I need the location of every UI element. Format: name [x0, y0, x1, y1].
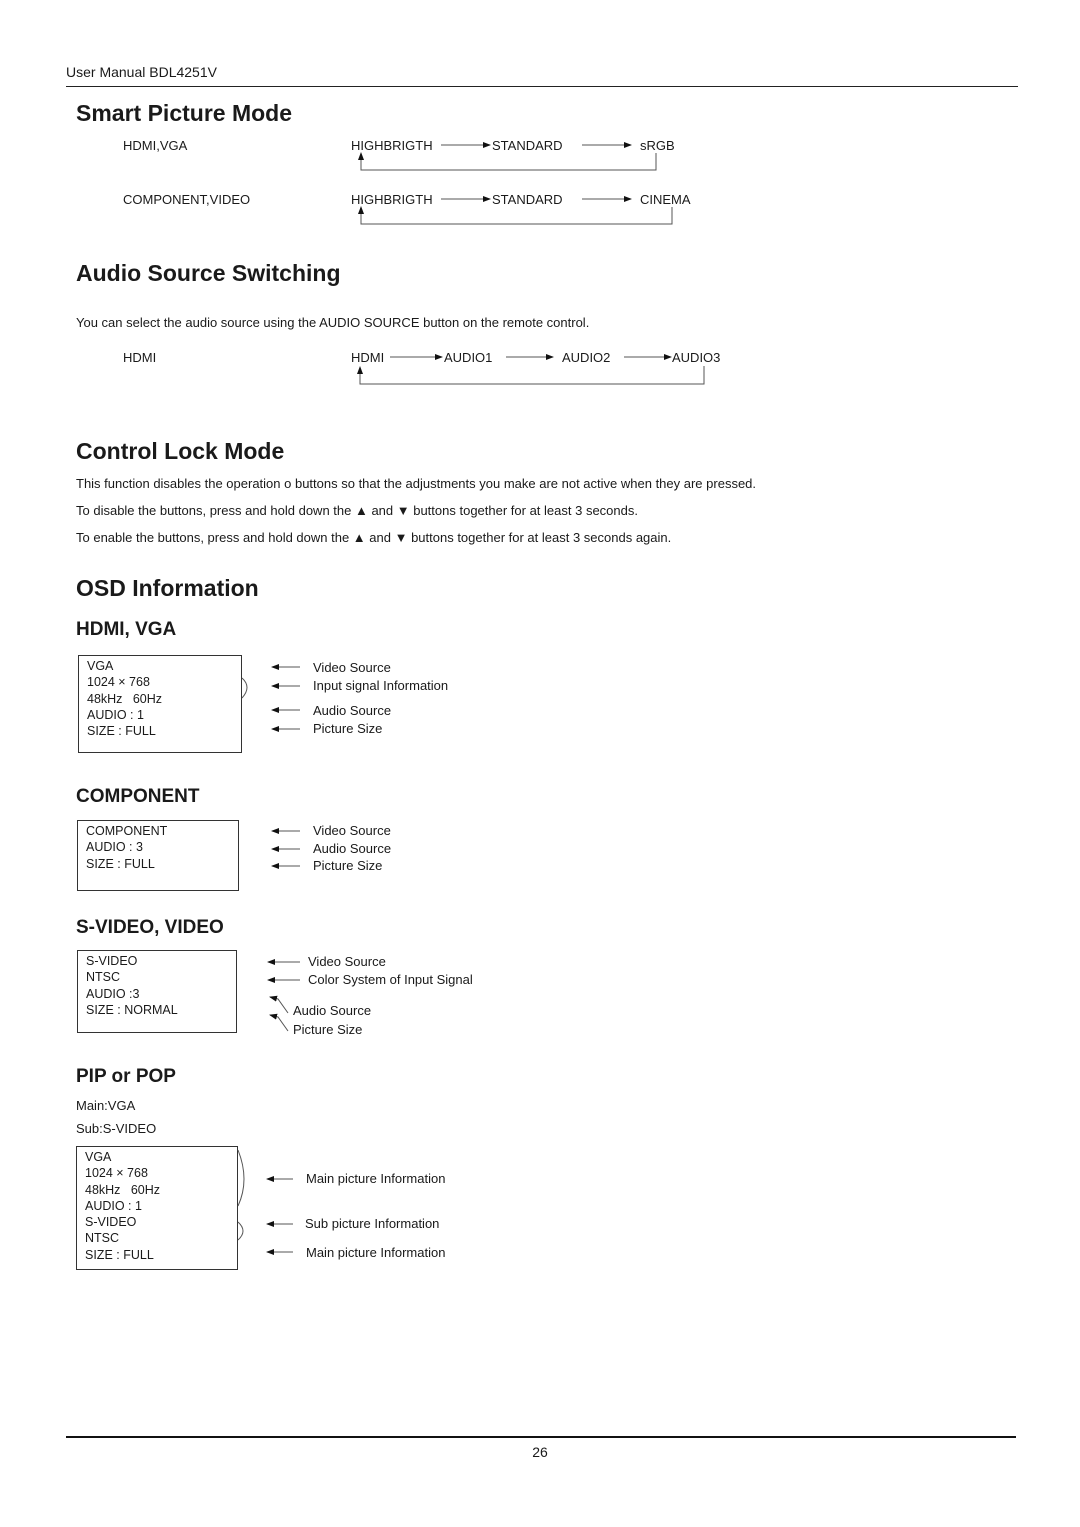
smart-picture-source-2: COMPONENT,VIDEO: [123, 192, 251, 207]
arrow-up-icon: [357, 366, 363, 374]
footer-rule: [66, 1436, 1016, 1438]
control-lock-paragraph-2: To disable the buttons, press and hold d…: [76, 503, 638, 518]
audio-step-1: HDMI: [351, 350, 385, 365]
loop-back-connector: [360, 153, 657, 171]
audio-source-description: You can select the audio source using th…: [76, 315, 590, 330]
brace-icon: [237, 1221, 244, 1241]
brace-icon: [241, 677, 248, 699]
smart-picture-step-1-1: HIGHBRIGTH: [351, 138, 433, 153]
osd-pip-label-main-info-1: Main picture Information: [306, 1171, 446, 1186]
osd-hdmi-vga-box: VGA 1024 × 768 48kHz 60Hz AUDIO : 1 SIZE…: [78, 655, 242, 753]
osd-pip-sub-source: Sub:S-VIDEO: [76, 1121, 157, 1136]
control-lock-paragraph-1: This function disables the operation o b…: [76, 476, 757, 491]
osd-pip-main-source: Main:VGA: [76, 1098, 136, 1113]
osd-svideo-label-picture-size: Picture Size: [293, 1022, 363, 1037]
osd-line: S-VIDEO: [86, 954, 138, 968]
arrow-up-icon: [358, 206, 364, 214]
osd-hdmi-vga-label-picture-size: Picture Size: [313, 721, 383, 736]
osd-component-label-video-source: Video Source: [313, 823, 391, 838]
osd-component-label-audio-source: Audio Source: [313, 841, 392, 856]
smart-picture-step-1-2: STANDARD: [492, 138, 563, 153]
osd-line: 1024 × 768: [85, 1166, 148, 1181]
osd-line: 1024 × 768: [87, 675, 150, 690]
osd-line: COMPONENT: [86, 824, 168, 838]
smart-picture-source-1: HDMI,VGA: [123, 138, 188, 153]
osd-heading: OSD Information: [76, 575, 259, 601]
osd-line: SIZE : NORMAL: [86, 1002, 178, 1017]
osd-svideo-label-color-system: Color System of Input Signal: [308, 972, 473, 987]
osd-svideo-label-video-source: Video Source: [308, 954, 386, 969]
osd-line: SIZE : FULL: [85, 1247, 154, 1262]
osd-line: VGA: [87, 659, 114, 673]
osd-line: AUDIO : 3: [86, 840, 143, 855]
diagonal-arrow-icon: [269, 1013, 289, 1032]
osd-component-box: COMPONENT AUDIO : 3 SIZE : FULL: [77, 820, 239, 891]
smart-picture-step-2-2: STANDARD: [492, 192, 563, 207]
control-lock-heading: Control Lock Mode: [76, 438, 285, 464]
osd-line: SIZE : FULL: [87, 724, 156, 739]
osd-line: S-VIDEO: [85, 1215, 137, 1230]
header-rule: [66, 86, 1018, 87]
document-header-title: User Manual BDL4251V: [66, 64, 217, 80]
osd-svideo-box: S-VIDEO NTSC AUDIO :3 SIZE : NORMAL: [77, 950, 237, 1033]
smart-picture-step-2-1: HIGHBRIGTH: [351, 192, 433, 207]
arrow-up-icon: [358, 152, 364, 160]
osd-line: 48kHz 60Hz: [85, 1182, 161, 1197]
osd-hdmi-vga-label-audio-source: Audio Source: [313, 703, 392, 718]
osd-pip-label-main-info-2: Main picture Information: [306, 1245, 446, 1260]
audio-step-4: AUDIO3: [672, 350, 721, 365]
page-number: 26: [532, 1444, 548, 1460]
osd-line: VGA: [85, 1150, 112, 1164]
smart-picture-heading: Smart Picture Mode: [76, 100, 292, 126]
osd-pip-label-sub-info: Sub picture Information: [305, 1216, 440, 1231]
osd-line: NTSC: [85, 1231, 120, 1246]
smart-picture-step-1-3: sRGB: [640, 138, 675, 153]
audio-step-3: AUDIO2: [562, 350, 611, 365]
osd-pip-heading: PIP or POP: [76, 1066, 176, 1087]
osd-line: AUDIO : 1: [87, 707, 144, 722]
audio-source-source: HDMI: [123, 350, 157, 365]
osd-hdmi-vga-heading: HDMI, VGA: [76, 619, 177, 640]
diagonal-arrow-icon: [269, 995, 289, 1014]
smart-picture-step-2-3: CINEMA: [640, 192, 691, 207]
osd-line: 48kHz 60Hz: [87, 691, 163, 706]
osd-svideo-label-audio-source: Audio Source: [293, 1003, 372, 1018]
loop-back-connector: [359, 366, 705, 385]
control-lock-paragraph-3: To enable the buttons, press and hold do…: [76, 530, 672, 545]
loop-back-connector: [360, 207, 673, 225]
osd-component-label-picture-size: Picture Size: [313, 858, 383, 873]
osd-pip-box: VGA 1024 × 768 48kHz 60Hz AUDIO : 1 S-VI…: [76, 1146, 238, 1270]
osd-svideo-heading: S-VIDEO, VIDEO: [76, 917, 224, 938]
osd-line: NTSC: [86, 970, 121, 985]
osd-hdmi-vga-label-input-signal: Input signal Information: [313, 678, 449, 693]
osd-hdmi-vga-label-video-source: Video Source: [313, 660, 391, 675]
osd-component-heading: COMPONENT: [76, 786, 200, 807]
diagram-connectors: [237, 142, 705, 1255]
audio-source-heading: Audio Source Switching: [76, 260, 341, 286]
audio-step-2: AUDIO1: [444, 350, 493, 365]
osd-line: SIZE : FULL: [86, 856, 155, 871]
brace-icon: [237, 1149, 245, 1207]
osd-line: AUDIO :3: [86, 986, 140, 1001]
osd-line: AUDIO : 1: [85, 1198, 142, 1213]
